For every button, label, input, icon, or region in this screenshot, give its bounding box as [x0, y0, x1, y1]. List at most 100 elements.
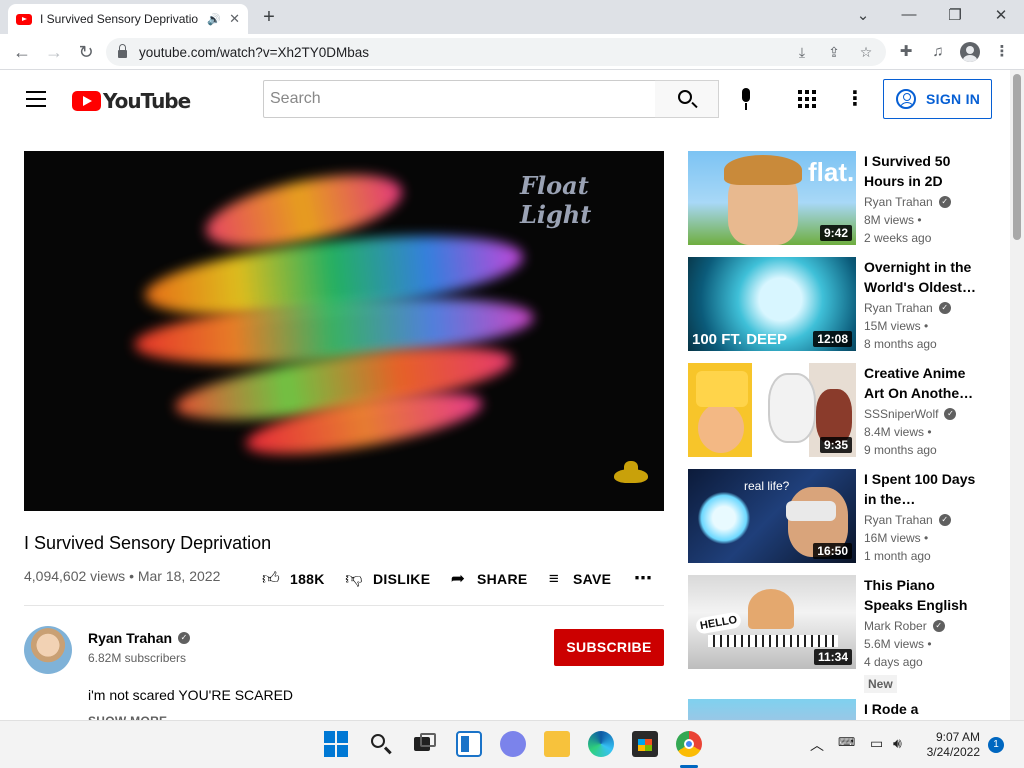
lock-icon[interactable] [118, 44, 127, 58]
recommended-video-title[interactable]: Overnight in the World's Oldest… [864, 257, 984, 297]
install-app-icon[interactable]: ⤓ [792, 42, 812, 62]
recommended-age: 8 months ago [864, 337, 937, 351]
share-button[interactable]: ➦ SHARE [449, 568, 528, 590]
minimize-button[interactable]: — [897, 6, 921, 23]
page-scrollbar[interactable] [1010, 70, 1024, 720]
channel-name[interactable]: Ryan Trahan ✓ [88, 630, 191, 646]
audio-playing-icon[interactable]: 🔊 [207, 13, 221, 26]
notification-badge[interactable]: 1 [988, 737, 1004, 753]
recommended-video[interactable]: HELLO 11:34 This Piano Speaks English Ma… [688, 575, 988, 693]
save-button[interactable]: ≡ SAVE [545, 568, 611, 590]
video-thumbnail[interactable]: HELLO 11:34 [688, 575, 856, 669]
cowboy-hat-icon [614, 461, 648, 483]
address-bar[interactable]: youtube.com/watch?v=Xh2TY0DMbas [106, 38, 886, 66]
video-thumbnail[interactable]: real life? 16:50 [688, 469, 856, 563]
keyboard-icon[interactable]: ⌨ [838, 735, 855, 749]
hamburger-menu-icon[interactable] [26, 91, 46, 107]
recommended-channel-name[interactable]: Mark Rober [864, 619, 927, 633]
recommended-channel[interactable]: Ryan Trahan ✓ [864, 513, 951, 527]
chrome-browser-icon[interactable] [676, 731, 702, 757]
back-arrow-icon[interactable]: ← [10, 40, 34, 64]
verified-check-icon: ✓ [938, 514, 951, 526]
video-thumbnail[interactable]: 9:35 [688, 363, 856, 457]
search-icon[interactable] [368, 731, 394, 757]
task-view-icon[interactable] [412, 731, 438, 757]
recommended-channel[interactable]: Ryan Trahan ✓ [864, 195, 951, 209]
more-actions-icon[interactable]: ⋯ [634, 568, 652, 589]
sign-in-label: SIGN IN [926, 91, 981, 107]
recommended-video-title[interactable]: I Survived 50 Hours in 2D [864, 151, 984, 191]
file-explorer-icon[interactable] [544, 731, 570, 757]
reload-icon[interactable]: ↻ [74, 40, 98, 64]
recommended-channel[interactable]: Mark Rober ✓ [864, 619, 945, 633]
recommended-video-title[interactable]: I Rode a [864, 699, 984, 719]
chrome-menu-icon[interactable]: ⋮ [992, 42, 1012, 62]
video-views-date: 4,094,602 views • Mar 18, 2022 [24, 568, 221, 584]
widgets-icon[interactable] [456, 731, 482, 757]
media-control-icon[interactable]: ♫ [928, 42, 948, 62]
network-icon[interactable]: ▭ [870, 735, 883, 752]
voice-search-mic-icon[interactable] [738, 88, 754, 112]
share-page-icon[interactable]: ⇪ [824, 42, 844, 62]
share-label: SHARE [477, 571, 528, 587]
teams-chat-icon[interactable] [500, 731, 526, 757]
channel-name-text[interactable]: Ryan Trahan [88, 630, 172, 646]
recommended-video[interactable]: I Rode a [688, 699, 988, 720]
recommended-video[interactable]: 100 FT. DEEP 12:08 Overnight in the Worl… [688, 257, 988, 353]
youtube-header: YouTube Search ⋮ SIGN IN [0, 70, 1010, 128]
tab-close-icon[interactable]: ✕ [229, 11, 240, 27]
windows-start-icon[interactable] [324, 731, 350, 757]
recommended-channel[interactable]: Ryan Trahan ✓ [864, 301, 951, 315]
search-input[interactable]: Search [263, 80, 656, 118]
mouse-cursor [963, 124, 975, 140]
restore-button[interactable]: ❐ [943, 6, 967, 24]
save-label: SAVE [573, 571, 612, 587]
youtube-logo[interactable]: YouTube [72, 89, 191, 113]
recommended-age: 2 weeks ago [864, 231, 932, 245]
show-hidden-icons-chevron-icon[interactable]: ︿ [810, 735, 824, 755]
dislike-button[interactable]: 👎︎ DISLIKE [345, 568, 430, 590]
search-button[interactable] [655, 80, 719, 118]
volume-icon[interactable]: 🔊︎ [893, 735, 902, 752]
recommended-video[interactable]: real life? 16:50 I Spent 100 Days in the… [688, 469, 988, 565]
browser-tab-active[interactable]: I Survived Sensory Deprivatio 🔊 ✕ [8, 4, 248, 34]
video-duration: 16:50 [813, 543, 852, 559]
like-button[interactable]: 👍︎ 188K [262, 568, 325, 590]
recommended-video[interactable]: flat. 9:42 I Survived 50 Hours in 2D Rya… [688, 151, 988, 247]
url-text[interactable]: youtube.com/watch?v=Xh2TY0DMbas [139, 45, 369, 60]
recommended-channel-name[interactable]: Ryan Trahan [864, 195, 933, 209]
video-thumbnail[interactable]: flat. 9:42 [688, 151, 856, 245]
video-thumbnail[interactable] [688, 699, 856, 720]
system-clock[interactable]: 9:07 AM 3/24/2022 [916, 730, 980, 760]
youtube-play-icon [72, 91, 101, 111]
video-thumbnail[interactable]: 100 FT. DEEP 12:08 [688, 257, 856, 351]
microsoft-store-icon[interactable] [632, 731, 658, 757]
bookmark-star-icon[interactable]: ☆ [856, 42, 876, 62]
settings-more-icon[interactable]: ⋮ [845, 88, 865, 110]
youtube-apps-grid-icon[interactable] [798, 90, 816, 108]
channel-avatar[interactable] [24, 626, 72, 674]
tab-search-chevron-icon[interactable]: ⌄ [851, 6, 875, 24]
video-description: i'm not scared YOU'RE SCARED [88, 687, 294, 703]
profile-avatar-icon[interactable] [960, 42, 980, 62]
recommended-video-title[interactable]: Creative Anime Art On Anothe… [864, 363, 984, 403]
recommended-video-title[interactable]: This Piano Speaks English [864, 575, 984, 615]
recommended-video[interactable]: 9:35 Creative Anime Art On Anothe… SSSni… [688, 363, 988, 459]
recommended-channel[interactable]: SSSniperWolf ✓ [864, 407, 957, 421]
scrollbar-thumb[interactable] [1013, 74, 1021, 240]
clock-time: 9:07 AM [935, 730, 980, 744]
recommended-channel-name[interactable]: Ryan Trahan [864, 513, 933, 527]
close-window-button[interactable]: ✕ [989, 6, 1013, 24]
edge-browser-icon[interactable] [588, 731, 614, 757]
forward-arrow-icon[interactable]: → [42, 40, 66, 64]
browser-toolbar: ← → ↻ youtube.com/watch?v=Xh2TY0DMbas ⤓ … [0, 34, 1024, 70]
new-tab-button[interactable]: + [258, 6, 280, 29]
sign-in-button[interactable]: SIGN IN [883, 79, 992, 119]
video-player[interactable]: Float Light [24, 151, 664, 511]
recommended-channel-name[interactable]: Ryan Trahan [864, 301, 933, 315]
youtube-favicon-icon [16, 13, 32, 25]
extensions-puzzle-icon[interactable]: ✚ [896, 42, 916, 62]
recommended-channel-name[interactable]: SSSniperWolf [864, 407, 938, 421]
subscribe-button[interactable]: SUBSCRIBE [554, 629, 664, 666]
recommended-video-title[interactable]: I Spent 100 Days in the… [864, 469, 984, 509]
